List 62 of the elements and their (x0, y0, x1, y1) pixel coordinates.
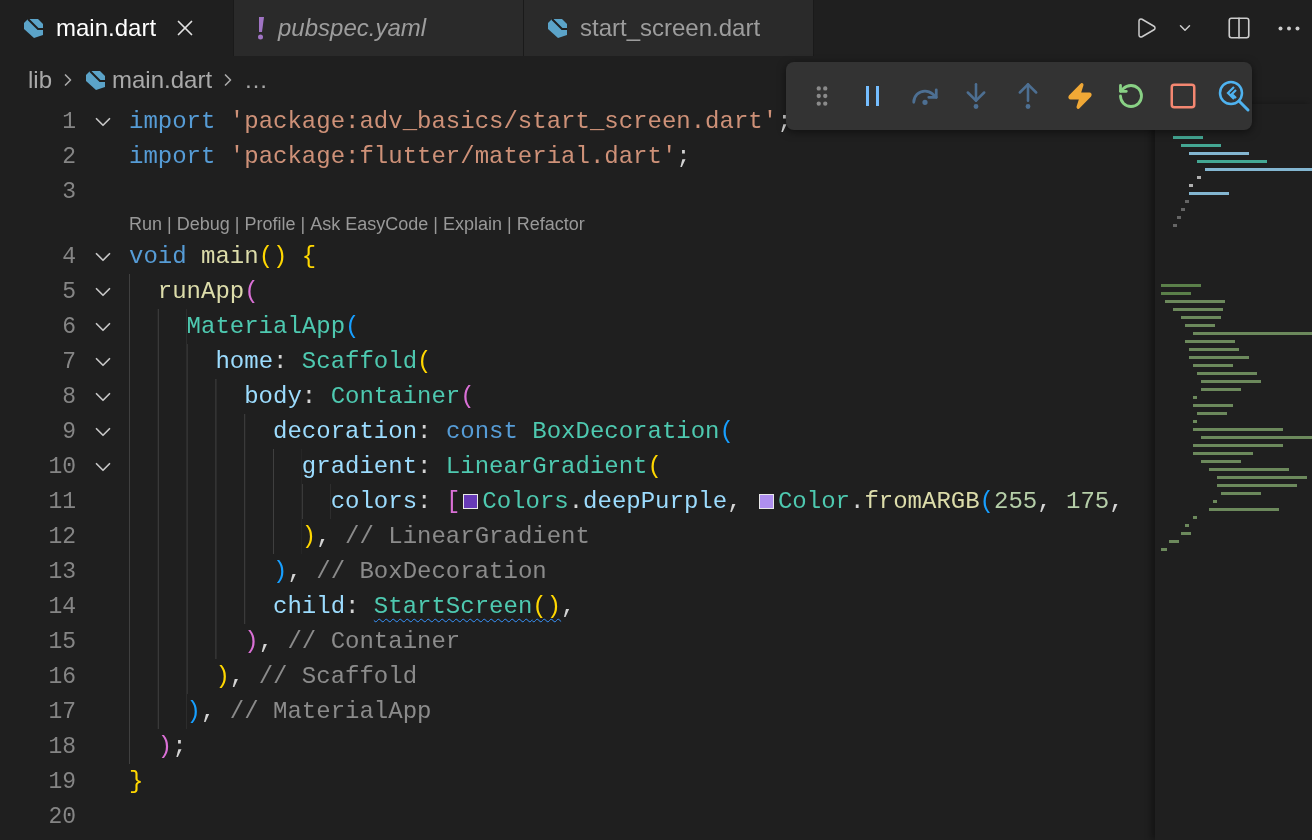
code-line: home: Scaffold( (129, 344, 432, 379)
code-line: ), // Scaffold (129, 659, 418, 694)
restart-icon (1117, 82, 1146, 110)
line-number: 2 (61, 143, 76, 170)
line-number: 13 (47, 558, 76, 585)
code-line: } (129, 767, 144, 797)
line-number: 18 (47, 733, 76, 760)
line-number: 6 (61, 313, 76, 340)
separator-text: | (234, 213, 240, 235)
code-line: colors: [ Colors.deepPurple, Color.fromARGB(255, 175, (129, 484, 1124, 519)
code-line: ), // LinearGradient (129, 519, 590, 554)
line-number: 19 (47, 768, 76, 795)
line-number: 14 (47, 593, 76, 620)
separator-text: | (167, 213, 172, 235)
editor-tab[interactable]: pubspec.yaml (234, 0, 524, 56)
exclamation-icon (256, 16, 266, 40)
codelens-link[interactable]: Profile (244, 213, 296, 235)
separator-text: | (506, 213, 512, 235)
line-number: 10 (47, 453, 76, 480)
line-number: 7 (61, 348, 76, 375)
editor-tab[interactable]: start_screen.dart (524, 0, 814, 56)
separator-text: | (300, 213, 306, 235)
code-line: ), // BoxDecoration (129, 554, 547, 589)
line-number: 17 (47, 698, 76, 725)
codelens-link[interactable]: Ask EasyCode (310, 213, 429, 235)
more-icon (1278, 25, 1300, 31)
code-line: import 'package:flutter/material.dart'; (129, 142, 691, 172)
line-number: 1 (61, 108, 76, 135)
magnifier-icon (1217, 79, 1252, 113)
breadcrumb-item[interactable]: main.dart (112, 66, 213, 94)
line-number: 3 (61, 178, 76, 205)
code-line: void main() { (129, 242, 317, 272)
code-line: gradient: LinearGradient( (129, 449, 662, 484)
breadcrumb-item[interactable]: lib (28, 66, 52, 94)
code-line: MaterialApp( (129, 309, 360, 344)
lightning-icon (1065, 82, 1094, 110)
separator-text: | (433, 213, 438, 235)
split-columns-icon (1226, 15, 1252, 41)
codelens-link[interactable]: Explain (442, 213, 502, 235)
line-number: 4 (61, 243, 76, 270)
breadcrumb-item[interactable]: … (244, 66, 269, 94)
codelens-link[interactable]: Debug (176, 213, 230, 235)
code-line: decoration: const BoxDecoration( (129, 414, 734, 449)
line-number: 12 (47, 523, 76, 550)
dart-file-icon (84, 69, 106, 91)
line-number: 15 (47, 628, 76, 655)
code-line: child: StartScreen(), (129, 589, 576, 624)
codelens-link[interactable]: Refactor (516, 213, 585, 235)
line-number: 11 (47, 488, 76, 515)
code-line: runApp( (129, 274, 259, 309)
code-line: ), // MaterialApp (129, 694, 432, 729)
line-number: 20 (47, 803, 76, 830)
codelens-link[interactable]: Run (129, 213, 163, 235)
code-line: body: Container( (129, 379, 475, 414)
dart-file-icon (546, 17, 568, 39)
code-line: ), // Container (129, 624, 461, 659)
dart-file-icon (22, 17, 44, 39)
line-number: 8 (61, 383, 76, 410)
line-number: 5 (61, 278, 76, 305)
code-line: import 'package:adv_basics/start_screen.dart'; (129, 107, 792, 137)
line-number: 9 (61, 418, 76, 445)
line-number: 16 (47, 663, 76, 690)
